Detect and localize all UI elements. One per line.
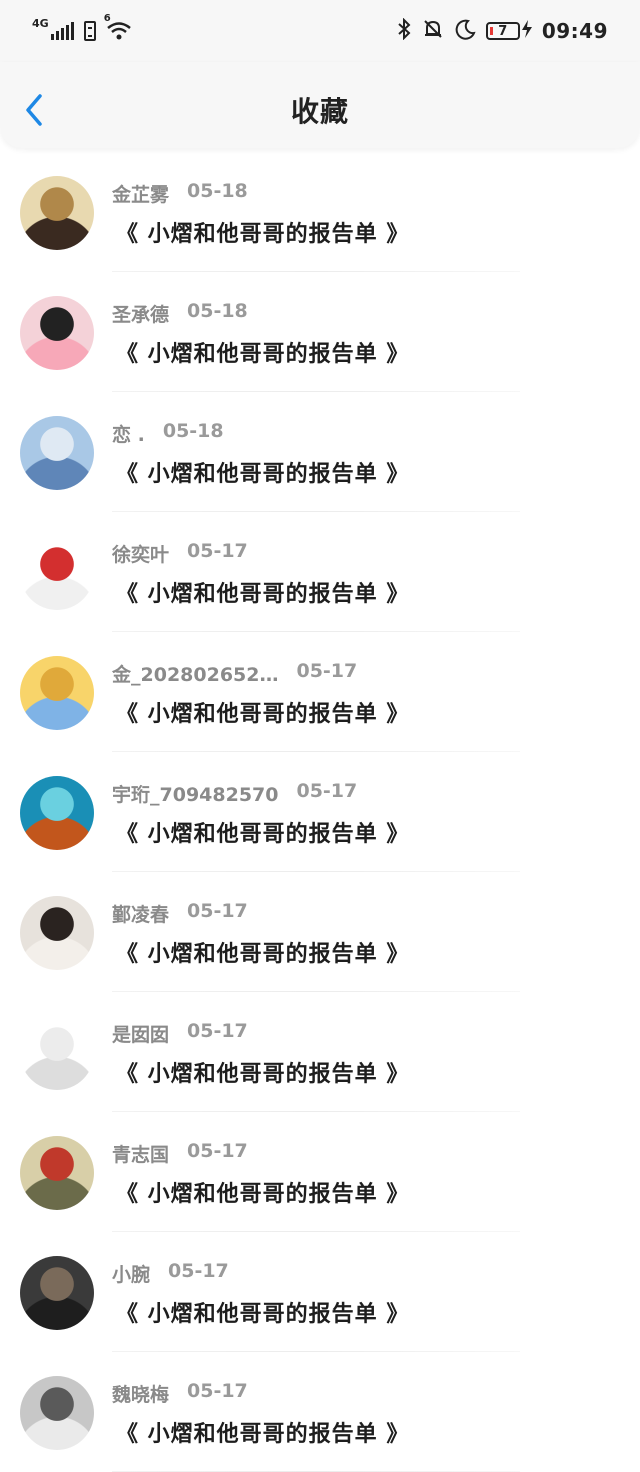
item-meta: 徐奕叶 05-17 (112, 540, 248, 567)
list-item[interactable]: 恋 . 05-18 《 小熠和他哥哥的报告单 》 (0, 392, 640, 512)
wifi-badge: 6 (103, 13, 111, 24)
item-title[interactable]: 《 小熠和他哥哥的报告单 》 (116, 1296, 409, 1328)
moon-icon (454, 18, 476, 44)
avatar[interactable] (20, 296, 94, 370)
item-title[interactable]: 《 小熠和他哥哥的报告单 》 (116, 1416, 409, 1448)
username[interactable]: 鄞凌春 (112, 900, 169, 927)
avatar[interactable] (20, 776, 94, 850)
battery-level: 7 (498, 23, 508, 39)
list-item[interactable]: 青志国 05-17 《 小熠和他哥哥的报告单 》 (0, 1112, 640, 1232)
top-nav-bar: 收藏 (0, 62, 640, 148)
list-item[interactable]: 徐奕叶 05-17 《 小熠和他哥哥的报告单 》 (0, 512, 640, 632)
charging-icon (521, 20, 532, 42)
avatar[interactable] (20, 1136, 94, 1210)
item-meta: 鄞凌春 05-17 (112, 900, 248, 927)
page-title: 收藏 (290, 95, 349, 128)
list-item[interactable]: 鄞凌春 05-17 《 小熠和他哥哥的报告单 》 (0, 872, 640, 992)
item-meta: 金_2028026​52… 05-17 (112, 660, 357, 687)
favorites-list: 金芷雾 05-18 《 小熠和他哥哥的报告单 》 圣承德 05-18 《 小熠和… (0, 152, 640, 1472)
item-date: 05-17 (187, 900, 248, 922)
item-date: 05-18 (187, 300, 248, 322)
avatar[interactable] (20, 656, 94, 730)
username[interactable]: 圣承德 (112, 300, 169, 327)
item-date: 05-17 (168, 1260, 229, 1282)
avatar[interactable] (20, 1016, 94, 1090)
item-meta: 圣承德 05-18 (112, 300, 248, 327)
username[interactable]: 宇珩_709482570 (112, 780, 278, 807)
item-title[interactable]: 《 小熠和他哥哥的报告单 》 (116, 936, 409, 968)
item-title[interactable]: 《 小熠和他哥哥的报告单 》 (116, 1056, 409, 1088)
list-item[interactable]: 魏晓梅 05-17 《 小熠和他哥哥的报告单 》 (0, 1352, 640, 1472)
item-title[interactable]: 《 小熠和他哥哥的报告单 》 (116, 696, 409, 728)
item-title[interactable]: 《 小熠和他哥哥的报告单 》 (116, 216, 409, 248)
username[interactable]: 小腕 (112, 1260, 150, 1287)
network-type: 4G (32, 16, 49, 30)
username[interactable]: 金芷雾 (112, 180, 169, 207)
username[interactable]: 恋 . (112, 420, 145, 447)
list-item[interactable]: 圣承德 05-18 《 小熠和他哥哥的报告单 》 (0, 272, 640, 392)
list-item[interactable]: 宇珩_709482570 05-17 《 小熠和他哥哥的报告单 》 (0, 752, 640, 872)
item-title[interactable]: 《 小熠和他哥哥的报告单 》 (116, 456, 409, 488)
item-meta: 恋 . 05-18 (112, 420, 224, 447)
item-date: 05-17 (187, 1020, 248, 1042)
item-meta: 金芷雾 05-18 (112, 180, 248, 207)
item-meta: 青志国 05-17 (112, 1140, 248, 1167)
item-meta: 魏晓梅 05-17 (112, 1380, 248, 1407)
signal-icon (50, 22, 74, 40)
list-item[interactable]: 金_2028026​52… 05-17 《 小熠和他哥哥的报告单 》 (0, 632, 640, 752)
item-date: 05-17 (187, 1140, 248, 1162)
username[interactable]: 青志国 (112, 1140, 169, 1167)
battery-icon: 7 (485, 22, 520, 40)
avatar[interactable] (20, 176, 94, 250)
item-date: 05-17 (187, 540, 248, 562)
avatar[interactable] (20, 1256, 94, 1330)
item-meta: 是囡囡 05-17 (112, 1020, 248, 1047)
status-left: 4G 6 (32, 13, 132, 41)
wifi-icon: 6 (104, 13, 132, 41)
item-meta: 宇珩_709482570 05-17 (112, 780, 357, 807)
avatar[interactable] (20, 536, 94, 610)
list-item[interactable]: 是囡囡 05-17 《 小熠和他哥哥的报告单 》 (0, 992, 640, 1112)
avatar[interactable] (20, 896, 94, 970)
item-title[interactable]: 《 小熠和他哥哥的报告单 》 (116, 576, 409, 608)
bluetooth-icon (396, 17, 412, 44)
item-date: 05-18 (162, 420, 224, 442)
list-item[interactable]: 金芷雾 05-18 《 小熠和他哥哥的报告单 》 (0, 152, 640, 272)
status-right: 7 09:49 (396, 17, 608, 44)
list-item[interactable]: 小腕 05-17 《 小熠和他哥哥的报告单 》 (0, 1232, 640, 1352)
item-title[interactable]: 《 小熠和他哥哥的报告单 》 (116, 336, 409, 368)
status-bar: 4G 6 7 09:49 (0, 0, 640, 62)
item-date: 05-17 (296, 660, 358, 682)
item-date: 05-17 (296, 780, 358, 802)
sim-icon (83, 21, 96, 41)
clock-time: 09:49 (541, 19, 608, 43)
avatar[interactable] (20, 1376, 94, 1450)
item-title[interactable]: 《 小熠和他哥哥的报告单 》 (116, 816, 409, 848)
username[interactable]: 魏晓梅 (112, 1380, 169, 1407)
avatar[interactable] (20, 416, 94, 490)
item-date: 05-18 (187, 180, 248, 202)
item-title[interactable]: 《 小熠和他哥哥的报告单 》 (116, 1176, 409, 1208)
username[interactable]: 金_2028026​52… (112, 660, 278, 687)
username[interactable]: 是囡囡 (112, 1020, 169, 1047)
item-date: 05-17 (187, 1380, 248, 1402)
mute-icon (422, 18, 444, 44)
username[interactable]: 徐奕叶 (112, 540, 169, 567)
item-meta: 小腕 05-17 (112, 1260, 229, 1287)
